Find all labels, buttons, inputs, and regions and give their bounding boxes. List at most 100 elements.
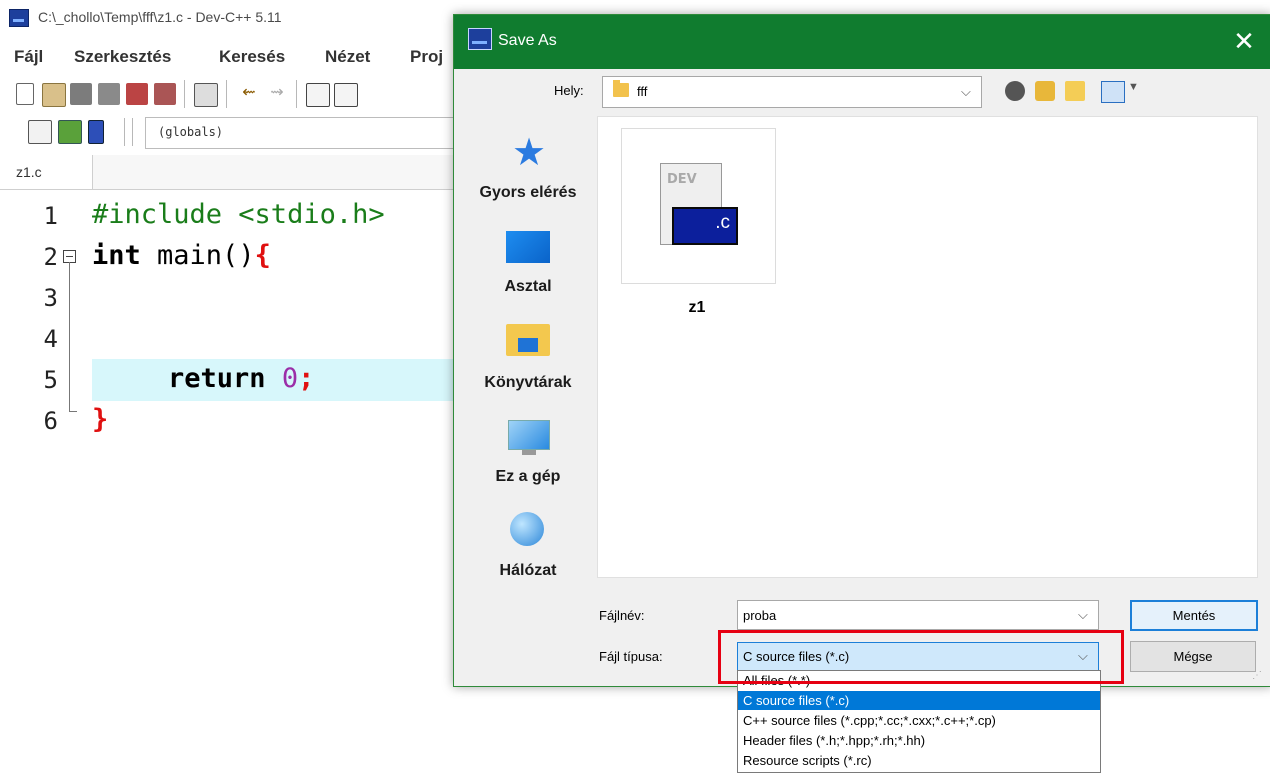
- computer-stand: [522, 450, 536, 455]
- place-quick-access[interactable]: ★ Gyors elérés: [466, 116, 590, 211]
- place-label: Könyvtárak: [484, 374, 572, 391]
- code-line-1: #include <stdio.h>: [92, 199, 385, 230]
- filetype-option[interactable]: Resource scripts (*.rc): [738, 751, 1100, 770]
- code-line-5: return 0;: [168, 363, 314, 394]
- save-as-dialog: Save As ✕ Hely: fff ⌵ ▼ ★ Gyors elérés A…: [453, 14, 1270, 687]
- toolbar-separator: [124, 118, 125, 146]
- line-number: 2: [43, 243, 58, 271]
- filetype-option-selected[interactable]: C source files (*.c): [738, 691, 1100, 710]
- libraries-icon: [506, 324, 550, 356]
- new-file-icon[interactable]: [16, 83, 34, 105]
- project-new-icon[interactable]: [28, 120, 52, 144]
- place-network[interactable]: Hálózat: [466, 500, 590, 590]
- place-label: Hálózat: [499, 562, 557, 579]
- c-file-badge: .c: [672, 207, 738, 245]
- tab-z1[interactable]: z1.c: [0, 155, 93, 189]
- code-keyword-int: int: [92, 240, 141, 271]
- replace-icon[interactable]: [334, 83, 358, 107]
- toolbar-separator: [184, 80, 185, 108]
- line-number: 1: [43, 202, 58, 230]
- undo-icon[interactable]: ⇜: [238, 83, 260, 105]
- view-menu-icon[interactable]: [1101, 81, 1125, 103]
- computer-icon: [508, 420, 550, 450]
- filetype-option[interactable]: C++ source files (*.cpp;*.cc;*.cxx;*.c++…: [738, 711, 1100, 730]
- file-icon-dev-text: DEV: [667, 172, 697, 187]
- up-folder-icon[interactable]: [1035, 81, 1055, 101]
- location-combo[interactable]: fff ⌵: [602, 76, 982, 108]
- file-item-z1[interactable]: DEV .c: [621, 128, 776, 284]
- menu-szerkesztes[interactable]: Szerkesztés: [74, 47, 171, 67]
- tab-z1-label: z1.c: [16, 164, 42, 180]
- cancel-button[interactable]: Mégse: [1130, 641, 1256, 672]
- menu-kereses[interactable]: Keresés: [219, 47, 285, 67]
- find-icon[interactable]: [306, 83, 330, 107]
- globals-combo-value: (globals): [158, 125, 224, 139]
- close-icon[interactable]: ✕: [1227, 25, 1261, 59]
- fold-guide-end: [69, 411, 77, 412]
- location-label: Hely:: [554, 83, 584, 98]
- file-list[interactable]: DEV .c z1: [597, 116, 1258, 578]
- menu-projekt[interactable]: Proj: [410, 47, 443, 67]
- code-main-signature: main(): [140, 240, 255, 271]
- desktop-icon: [506, 231, 550, 263]
- print-icon[interactable]: [194, 83, 218, 107]
- globals-combo[interactable]: (globals): [145, 117, 477, 149]
- annotation-highlight-box: [718, 630, 1124, 684]
- toolbar-separator: [226, 80, 227, 108]
- chevron-down-icon: ⌵: [961, 84, 971, 99]
- line-number: 3: [43, 284, 58, 312]
- new-folder-icon[interactable]: [1065, 81, 1085, 101]
- network-icon: [510, 512, 544, 546]
- filetype-option[interactable]: Header files (*.h;*.hpp;*.rh;*.hh): [738, 731, 1100, 750]
- toolbar-separator: [132, 118, 133, 146]
- filetype-option-label: Header files (*.h;*.hpp;*.rh;*.hh): [743, 733, 926, 748]
- ide-toolbar-main: ⇜ ⇝: [0, 78, 455, 110]
- place-desktop[interactable]: Asztal: [466, 216, 590, 306]
- toolbar-separator: [296, 80, 297, 108]
- ide-window-title: C:\_chollo\Temp\fff\z1.c - Dev-C++ 5.11: [38, 9, 282, 25]
- back-icon[interactable]: [1005, 81, 1025, 101]
- code-line-2: int main(){: [92, 240, 271, 271]
- editor-tabstrip: z1.c: [0, 155, 460, 190]
- caret-down-icon[interactable]: ▼: [1128, 81, 1139, 93]
- project-add-icon[interactable]: [58, 120, 82, 144]
- filename-value: proba: [743, 608, 777, 623]
- star-icon: ★: [511, 132, 547, 174]
- code-number: 0: [281, 363, 299, 394]
- close-all-icon[interactable]: [154, 83, 176, 105]
- devcpp-app-icon: [9, 9, 29, 27]
- place-libraries[interactable]: Könyvtárak: [466, 312, 590, 402]
- open-file-icon[interactable]: [42, 83, 66, 107]
- place-this-pc[interactable]: Ez a gép: [466, 406, 590, 496]
- line-number: 5: [43, 366, 58, 394]
- filename-field[interactable]: proba ⌵: [737, 600, 1099, 630]
- filetype-option-label: Resource scripts (*.rc): [743, 753, 872, 768]
- redo-icon[interactable]: ⇝: [266, 83, 288, 105]
- code-keyword-return: return: [168, 363, 266, 394]
- folder-icon: [613, 80, 629, 97]
- chevron-down-icon[interactable]: ⌵: [1078, 607, 1088, 623]
- file-name-z1: z1: [688, 299, 706, 316]
- save-button[interactable]: Mentés: [1130, 600, 1258, 631]
- save-all-icon[interactable]: [98, 83, 120, 105]
- code-line-6: }: [92, 404, 109, 435]
- project-remove-icon[interactable]: [88, 120, 104, 144]
- filetype-option-label: C++ source files (*.cpp;*.cc;*.cxx;*.c++…: [743, 713, 996, 728]
- filetype-option-label: C source files (*.c): [743, 693, 850, 708]
- devcpp-app-icon: [468, 28, 492, 50]
- save-icon[interactable]: [70, 83, 92, 105]
- code-open-brace: {: [254, 240, 271, 271]
- filetype-dropdown-list: All files (*.*) C source files (*.c) C++…: [737, 670, 1101, 773]
- place-label: Asztal: [504, 278, 552, 295]
- place-label: Ez a gép: [495, 468, 561, 485]
- menu-fajl[interactable]: Fájl: [14, 47, 43, 67]
- filename-label: Fájlnév:: [599, 608, 645, 623]
- places-bar: ★ Gyors elérés Asztal Könyvtárak Ez a gé…: [466, 116, 590, 579]
- resize-grip-icon[interactable]: ⋰: [1252, 670, 1266, 684]
- dialog-titlebar: Save As ✕: [454, 15, 1270, 69]
- place-label: Gyors elérés: [479, 184, 577, 201]
- code-semicolon: ;: [298, 363, 315, 394]
- close-file-icon[interactable]: [126, 83, 148, 105]
- line-number: 6: [43, 407, 58, 435]
- menu-nezet[interactable]: Nézet: [325, 47, 370, 67]
